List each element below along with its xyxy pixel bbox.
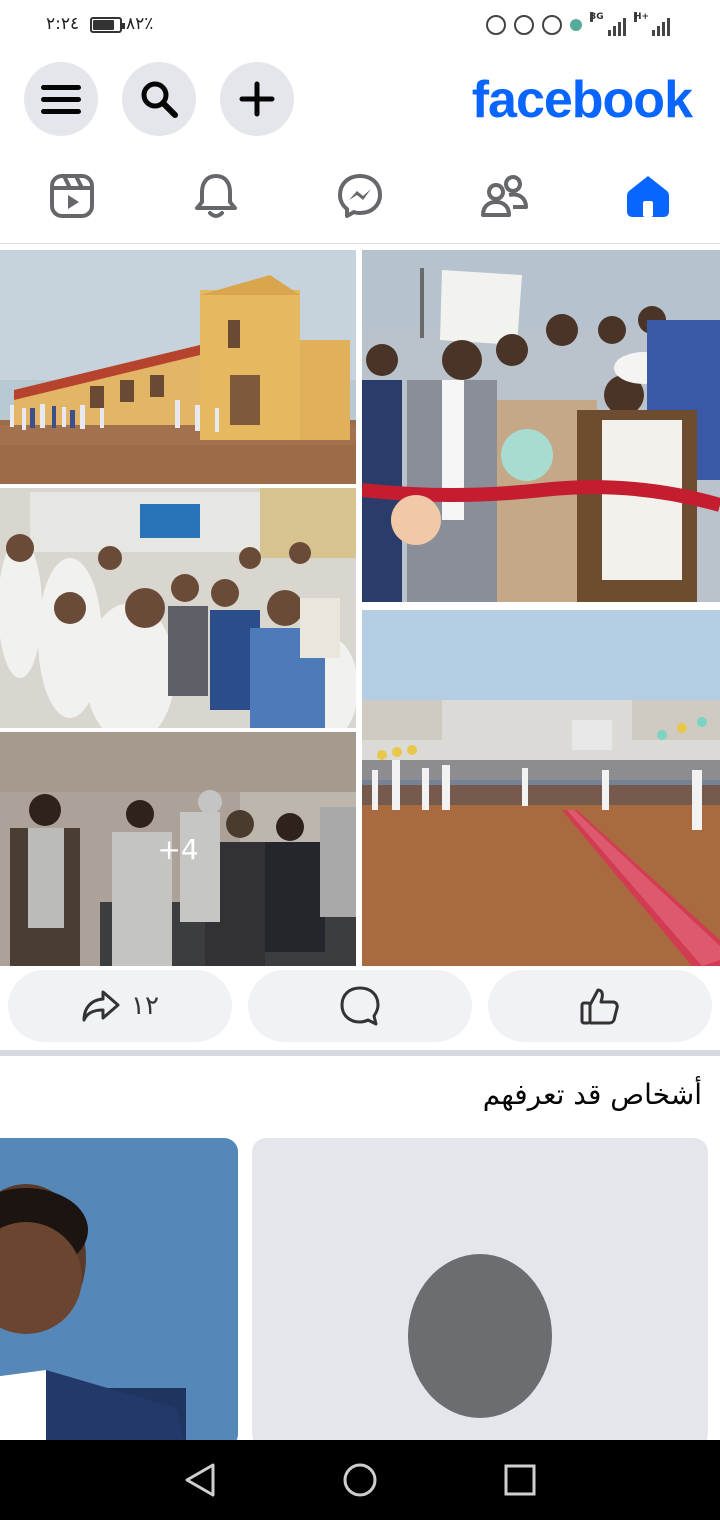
create-button[interactable]	[220, 62, 294, 136]
default-avatar-icon	[408, 1254, 552, 1418]
section-divider	[0, 1050, 720, 1056]
top-nav	[0, 148, 720, 244]
search-button[interactable]	[122, 62, 196, 136]
share-icon	[82, 990, 120, 1022]
app-header: facebook	[0, 52, 720, 148]
tab-reels[interactable]	[42, 168, 102, 224]
app-notify-icon	[570, 19, 582, 31]
post-photo-2[interactable]	[0, 488, 356, 728]
post-photo-4[interactable]	[362, 250, 720, 602]
signal-hplus-icon: H+	[634, 12, 670, 36]
battery-percent: ٨٢٪	[126, 14, 154, 34]
ribbon-cutting-photo	[362, 250, 720, 602]
bell-icon	[195, 174, 237, 218]
back-triangle-icon	[185, 1463, 215, 1497]
tab-messenger[interactable]	[330, 168, 390, 224]
comment-button[interactable]	[248, 970, 472, 1042]
courtyard-photo	[362, 610, 720, 966]
system-nav-bar	[0, 1440, 720, 1520]
post-photo-1[interactable]	[0, 250, 356, 484]
facebook-logo[interactable]: facebook	[472, 70, 693, 130]
status-bar: ٢:٢٤ ٨٢٪ 3G H+	[0, 0, 720, 52]
whatsapp-icon	[542, 15, 562, 35]
messenger-icon	[338, 174, 382, 218]
status-icons: 3G H+	[486, 12, 670, 36]
share-count: ١٢	[131, 991, 159, 1021]
home-circle-icon	[343, 1463, 377, 1497]
menu-button[interactable]	[24, 62, 98, 136]
hamburger-icon	[41, 85, 81, 114]
recents-button[interactable]	[502, 1462, 538, 1498]
comment-icon	[340, 986, 380, 1026]
friends-icon	[481, 175, 528, 217]
facebook-notify-icon	[514, 15, 534, 35]
like-button[interactable]	[488, 970, 712, 1042]
reels-icon	[50, 174, 94, 218]
search-icon	[141, 81, 178, 118]
sync-icon	[486, 15, 506, 35]
tab-notifications[interactable]	[186, 168, 246, 224]
tab-home[interactable]	[618, 168, 678, 224]
plus-icon	[239, 81, 275, 117]
home-button[interactable]	[342, 1462, 378, 1498]
recents-square-icon	[504, 1464, 536, 1496]
status-time: ٢:٢٤	[46, 14, 80, 34]
like-icon	[580, 988, 619, 1025]
tab-friends[interactable]	[474, 168, 534, 224]
more-photos-count: +4	[157, 832, 199, 866]
pymk-title: أشخاص قد تعرفهم	[482, 1078, 702, 1111]
pymk-card-1[interactable]	[0, 1138, 238, 1448]
share-button[interactable]: ١٢	[8, 970, 232, 1042]
more-photos-overlay[interactable]: +4	[0, 732, 356, 966]
pymk-card-2[interactable]	[252, 1138, 708, 1448]
post-photo-grid: +4	[0, 250, 720, 966]
post-photo-3[interactable]: +4	[0, 732, 356, 966]
building-photo	[0, 250, 356, 484]
post-actions: ١٢	[0, 970, 720, 1046]
battery-icon	[90, 17, 125, 33]
home-icon	[627, 176, 669, 217]
signal-3g-icon: 3G	[590, 12, 626, 36]
pymk-photo-1	[0, 1138, 238, 1448]
post-photo-5[interactable]	[362, 610, 720, 966]
crowd-photo	[0, 488, 356, 728]
back-button[interactable]	[182, 1462, 218, 1498]
